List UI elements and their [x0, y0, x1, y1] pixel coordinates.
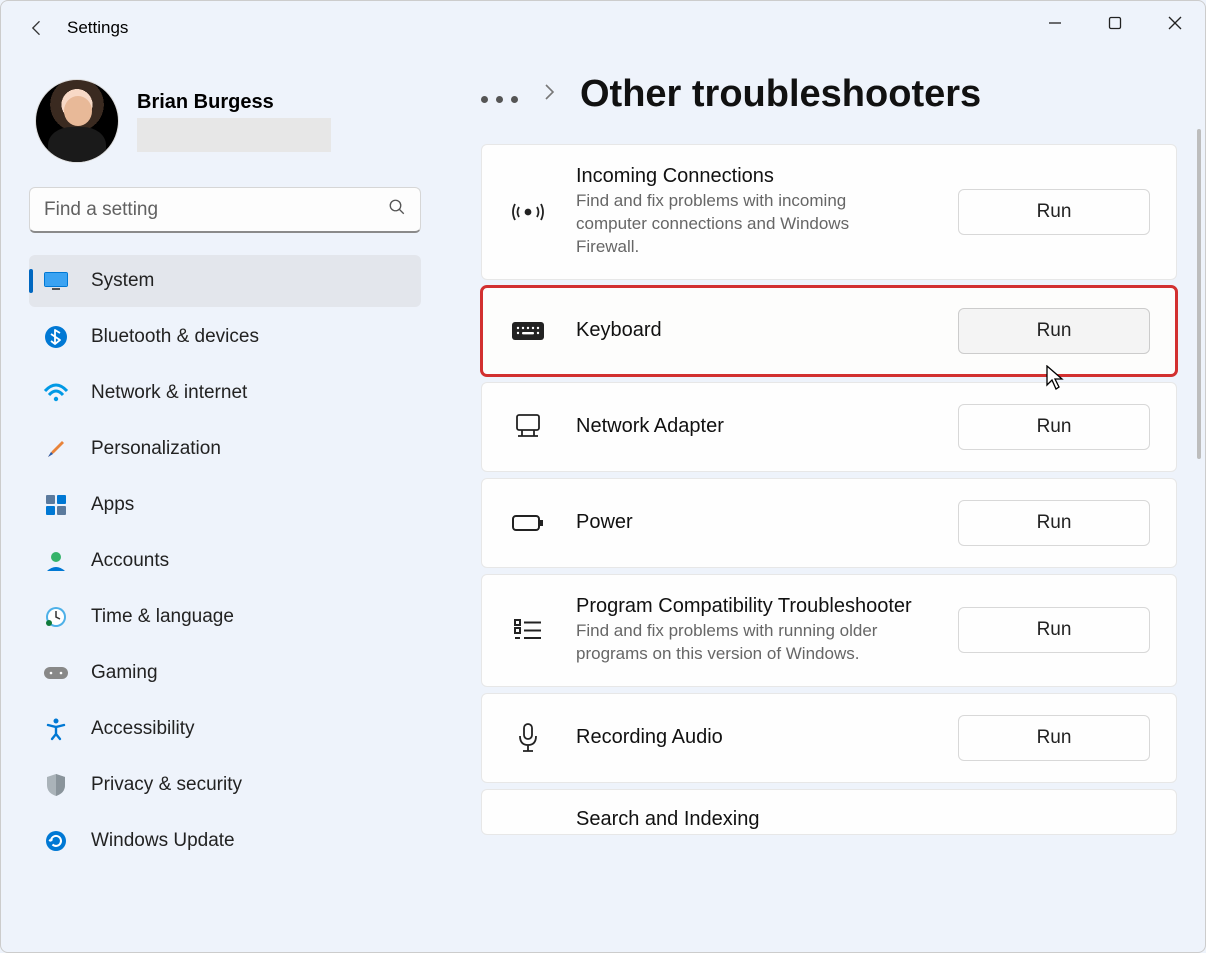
- run-button[interactable]: Run: [958, 715, 1150, 761]
- minimize-button[interactable]: [1025, 1, 1085, 45]
- sidebar-item-system[interactable]: System: [29, 255, 421, 307]
- sidebar-item-label: Personalization: [91, 438, 221, 460]
- search-input[interactable]: [44, 199, 388, 221]
- page-title: Other troubleshooters: [580, 73, 981, 116]
- troubleshooter-title: Search and Indexing: [576, 808, 1150, 831]
- scrollbar-thumb[interactable]: [1197, 129, 1201, 459]
- profile[interactable]: Brian Burgess: [35, 79, 421, 163]
- sidebar-item-accessibility[interactable]: Accessibility: [29, 703, 421, 755]
- sidebar-item-personalization[interactable]: Personalization: [29, 423, 421, 475]
- troubleshooter-title: Incoming Connections: [576, 165, 930, 188]
- troubleshooter-desc: Find and fix problems with running older…: [576, 620, 916, 666]
- profile-name: Brian Burgess: [137, 91, 331, 114]
- troubleshooter-title: Recording Audio: [576, 726, 930, 749]
- sidebar-item-update[interactable]: Windows Update: [29, 815, 421, 867]
- close-button[interactable]: [1145, 1, 1205, 45]
- sidebar-item-privacy[interactable]: Privacy & security: [29, 759, 421, 811]
- desktop-icon: [43, 268, 69, 294]
- sidebar-item-label: Accounts: [91, 550, 169, 572]
- sidebar-item-label: Network & internet: [91, 382, 247, 404]
- troubleshooter-card-keyboard: Keyboard Run: [481, 286, 1177, 376]
- run-button[interactable]: Run: [958, 500, 1150, 546]
- battery-icon: [508, 513, 548, 533]
- sidebar-item-bluetooth[interactable]: Bluetooth & devices: [29, 311, 421, 363]
- troubleshooter-card-power: Power Run: [481, 478, 1177, 568]
- mic-icon: [508, 722, 548, 754]
- scrollbar[interactable]: [1197, 79, 1201, 942]
- shield-icon: [43, 772, 69, 798]
- sidebar-item-label: Accessibility: [91, 718, 194, 740]
- sidebar-item-label: Privacy & security: [91, 774, 242, 796]
- bluetooth-icon: [43, 324, 69, 350]
- title-bar: Settings: [1, 1, 1205, 55]
- run-button[interactable]: Run: [958, 404, 1150, 450]
- troubleshooter-card-recording-audio: Recording Audio Run: [481, 693, 1177, 783]
- person-icon: [43, 548, 69, 574]
- list-icon: [508, 617, 548, 643]
- run-button[interactable]: Run: [958, 607, 1150, 653]
- clock-icon: [43, 604, 69, 630]
- sidebar: Brian Burgess System Bluetooth & devices…: [1, 55, 441, 952]
- troubleshooter-title: Network Adapter: [576, 415, 930, 438]
- antenna-icon: [508, 198, 548, 226]
- maximize-button[interactable]: [1085, 1, 1145, 45]
- window-title: Settings: [67, 18, 128, 38]
- update-icon: [43, 828, 69, 854]
- troubleshooter-card-network-adapter: Network Adapter Run: [481, 382, 1177, 472]
- accessibility-icon: [43, 716, 69, 742]
- nav-list: System Bluetooth & devices Network & int…: [29, 255, 421, 867]
- sidebar-item-gaming[interactable]: Gaming: [29, 647, 421, 699]
- keyboard-icon: [508, 319, 548, 343]
- content-area: Other troubleshooters Incoming Connectio…: [441, 55, 1205, 952]
- sidebar-item-apps[interactable]: Apps: [29, 479, 421, 531]
- sidebar-item-label: Apps: [91, 494, 134, 516]
- sidebar-item-label: Bluetooth & devices: [91, 326, 259, 348]
- sidebar-item-label: Time & language: [91, 606, 234, 628]
- troubleshooter-title: Program Compatibility Troubleshooter: [576, 595, 930, 618]
- search-icon: [388, 198, 406, 221]
- sidebar-item-accounts[interactable]: Accounts: [29, 535, 421, 587]
- search-box[interactable]: [29, 187, 421, 233]
- sidebar-item-label: System: [91, 270, 154, 292]
- sidebar-item-label: Gaming: [91, 662, 158, 684]
- troubleshooter-card-search-indexing: Search and Indexing: [481, 789, 1177, 835]
- sidebar-item-network[interactable]: Network & internet: [29, 367, 421, 419]
- troubleshooter-title: Keyboard: [576, 319, 930, 342]
- run-button[interactable]: Run: [958, 308, 1150, 354]
- profile-email-redacted: [137, 118, 331, 152]
- chevron-right-icon: [542, 82, 556, 108]
- breadcrumb: Other troubleshooters: [481, 73, 1177, 116]
- gamepad-icon: [43, 660, 69, 686]
- run-button[interactable]: Run: [958, 189, 1150, 235]
- wifi-icon: [43, 380, 69, 406]
- troubleshooter-card-compatibility: Program Compatibility Troubleshooter Fin…: [481, 574, 1177, 687]
- breadcrumb-overflow-button[interactable]: [481, 86, 518, 103]
- sidebar-item-time[interactable]: Time & language: [29, 591, 421, 643]
- troubleshooter-card-incoming-connections: Incoming Connections Find and fix proble…: [481, 144, 1177, 280]
- brush-icon: [43, 436, 69, 462]
- avatar: [35, 79, 119, 163]
- adapter-icon: [508, 412, 548, 442]
- troubleshooter-title: Power: [576, 511, 930, 534]
- troubleshooter-desc: Find and fix problems with incoming comp…: [576, 190, 916, 259]
- sidebar-item-label: Windows Update: [91, 830, 235, 852]
- apps-icon: [43, 492, 69, 518]
- back-button[interactable]: [17, 8, 57, 48]
